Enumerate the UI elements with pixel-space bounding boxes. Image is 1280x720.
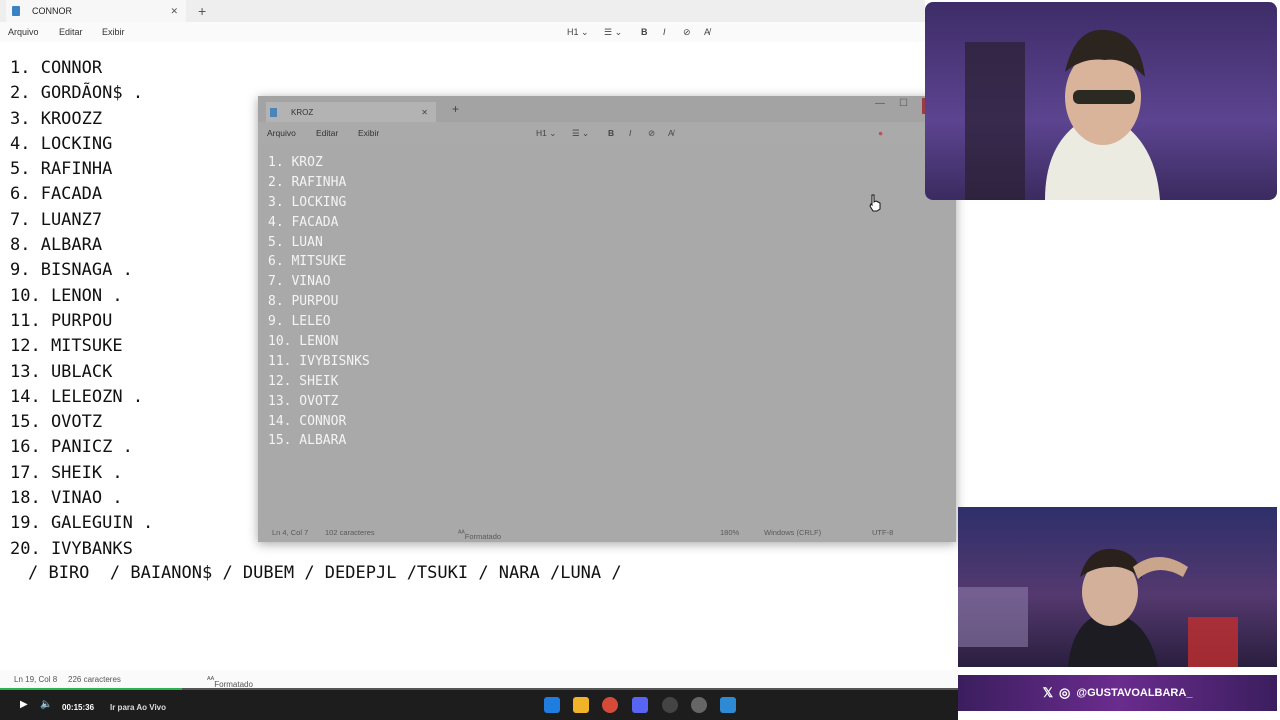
heading-label: H1 [567, 27, 579, 37]
heading-dropdown[interactable]: H1 ⌄ [567, 27, 589, 38]
cursor-position: Ln 4, Col 7 [272, 528, 309, 537]
kroz-tab-bar: KROZ ✕ + — ☐ [258, 96, 956, 122]
list-icon[interactable]: ☰ ⌄ [572, 128, 589, 139]
cursor-position: Ln 19, Col 8 [14, 675, 58, 684]
notepad-taskbar-icon[interactable] [720, 697, 736, 713]
char-count: 102 caracteres [325, 528, 375, 537]
line-ending: Windows (CRLF) [764, 528, 822, 537]
list-line: 11. IVYBISNKS [268, 353, 370, 369]
kroz-editor[interactable]: 1. KROZ 2. RAFINHA 3. LOCKING 4. FACADA 5. L… [268, 153, 370, 451]
clear-format-icon[interactable]: A̸ [668, 128, 674, 138]
list-line: 2. RAFINHA [268, 174, 347, 190]
bold-button[interactable]: B [608, 128, 614, 138]
list-line: 10. LENON [268, 334, 339, 350]
kroz-menu-bar: Arquivo Editar Exibir H1 ⌄ ☰ ⌄ B I ⊘ A̸ … [258, 122, 956, 144]
windows-start-icon[interactable] [544, 697, 560, 713]
social-handle: @GUSTAVOALBARA_ [1076, 687, 1193, 699]
italic-button[interactable]: I [629, 128, 631, 138]
tab-connor[interactable]: CONNOR ✕ [6, 0, 186, 22]
list-line: 6. MITSUKE [268, 254, 347, 270]
list-line: 1. CONNOR [10, 58, 103, 78]
format-label: Formatado [464, 532, 502, 541]
menu-bar: Arquivo Editar Exibir H1 ⌄ ☰ ⌄ B I ⊘ A̸ [0, 22, 925, 42]
instagram-icon: ◎ [1059, 685, 1071, 700]
close-tab-icon[interactable]: ✕ [170, 6, 178, 17]
list-line: 14. CONNOR [268, 413, 347, 429]
encoding: UTF-8 [872, 528, 894, 537]
main-tab-bar: CONNOR ✕ + [0, 0, 925, 22]
clear-format-icon[interactable]: A̸ [704, 27, 710, 37]
friend-video-icon [958, 548, 1238, 667]
extra-line: / BIRO / BAIANON$ / DUBEM / DEDEPJL /TSU… [28, 563, 622, 583]
list-line: 7. VINAO [268, 274, 331, 290]
tab-title: CONNOR [32, 6, 72, 16]
list-line: 15. ALBARA [268, 433, 347, 449]
link-icon[interactable]: ⊘ [683, 27, 691, 38]
list-icon[interactable]: ☰ ⌄ [604, 27, 622, 38]
menu-arquivo[interactable]: Arquivo [267, 128, 296, 138]
list-line: 9. LELEO [268, 314, 331, 330]
new-tab-icon[interactable]: + [452, 102, 459, 116]
link-icon[interactable]: ⊘ [648, 128, 655, 139]
menu-editar[interactable]: Editar [59, 27, 83, 37]
social-handle-bar: 𝕏 ◎ @GUSTAVOALBARA_ [958, 675, 1277, 711]
copilot-icon[interactable]: ● [878, 128, 883, 138]
list-line: 1. KROZ [268, 155, 323, 170]
tab-title: KROZ [291, 107, 314, 117]
maximize-icon[interactable]: ☐ [899, 98, 908, 114]
player-bar: ▶ 🔈 00:15:36 Ir para Ao Vivo [0, 690, 958, 720]
hand-cursor-icon [869, 194, 881, 212]
heading-dropdown[interactable]: H1 ⌄ [536, 128, 556, 139]
go-live-link[interactable]: Ir para Ao Vivo [110, 703, 166, 712]
kroz-status-bar: Ln 4, Col 7 102 caracteres ᴬᴬ Formatado … [258, 524, 956, 542]
obs-icon[interactable] [662, 697, 678, 713]
list-line: 13. OVOTZ [268, 393, 339, 409]
menu-exibir[interactable]: Exibir [102, 27, 125, 37]
heading-label: H1 [536, 128, 547, 138]
kroz-window: KROZ ✕ + — ☐ Arquivo Editar Exibir H1 ⌄ … [258, 96, 956, 542]
list-line: 5. LUAN [268, 234, 323, 250]
italic-button[interactable]: I [663, 27, 666, 37]
minimize-icon[interactable]: — [875, 98, 885, 114]
file-explorer-icon[interactable] [573, 697, 589, 713]
list-line: 3. LOCKING [268, 194, 347, 210]
discord-icon[interactable] [632, 697, 648, 713]
char-count: 226 caracteres [68, 675, 121, 684]
webcam-bottom [958, 507, 1277, 667]
zoom-level: 180% [720, 528, 740, 537]
close-tab-icon[interactable]: ✕ [421, 108, 428, 117]
bold-button[interactable]: B [641, 27, 648, 37]
status-bar: Ln 19, Col 8 226 caracteres ᴬᴬ Formatado [0, 670, 958, 689]
list-line: 4. FACADA [268, 214, 339, 230]
menu-exibir[interactable]: Exibir [358, 128, 379, 138]
format-status: ᴬᴬ Formatado [458, 528, 502, 541]
x-icon: 𝕏 [1042, 685, 1054, 700]
menu-editar[interactable]: Editar [316, 128, 338, 138]
webcam-top [925, 2, 1277, 200]
volume-icon[interactable]: 🔈 [40, 699, 52, 710]
list-line: 8. PURPOU [268, 294, 339, 310]
notepad-icon [12, 6, 20, 16]
new-tab-icon[interactable]: + [198, 3, 206, 19]
tab-kroz[interactable]: KROZ ✕ [266, 102, 436, 122]
play-icon[interactable]: ▶ [20, 699, 28, 710]
streamer-video-icon [965, 29, 1160, 200]
playback-time: 00:15:36 [62, 703, 95, 712]
list-line: 12. SHEIK [268, 373, 339, 389]
settings-taskbar-icon[interactable] [691, 697, 707, 713]
menu-arquivo[interactable]: Arquivo [8, 27, 39, 37]
format-status: ᴬᴬ Formatado [207, 675, 253, 689]
notepad-icon [270, 107, 277, 117]
chrome-icon[interactable] [602, 697, 618, 713]
